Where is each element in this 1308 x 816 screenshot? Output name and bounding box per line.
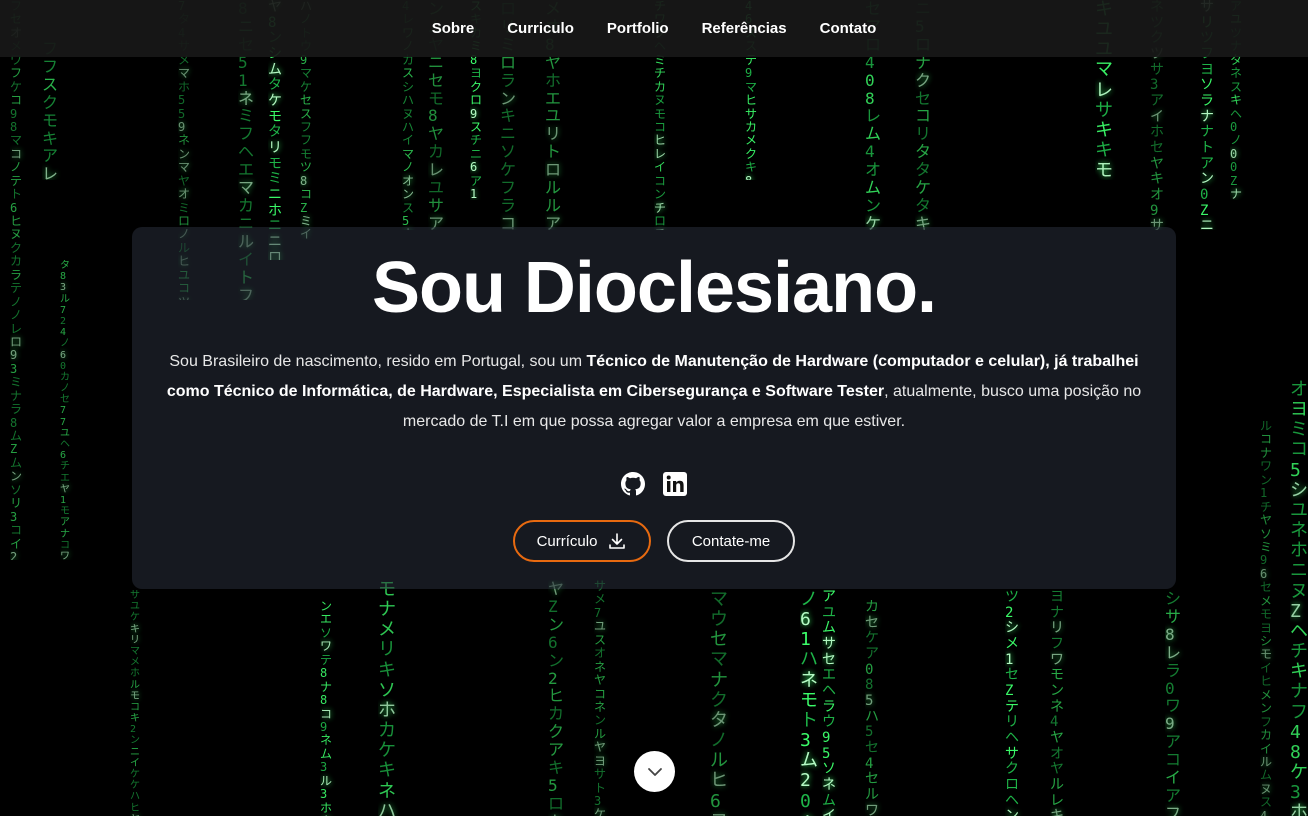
hero-card: Sou Dioclesiano. Sou Brasileiro de nasci… — [132, 227, 1176, 589]
download-icon — [609, 533, 626, 549]
hero-description: Sou Brasileiro de nascimento, resido em … — [156, 347, 1152, 437]
top-navbar: Sobre Curriculo Portfolio Referências Co… — [0, 0, 1308, 57]
contact-button-label: Contate-me — [691, 532, 771, 550]
download-cv-button[interactable]: Currículo — [513, 520, 651, 562]
description-intro: Sou Brasileiro de nascimento, resido em … — [169, 353, 587, 370]
linkedin-icon[interactable] — [662, 471, 688, 497]
nav-link-portfolio[interactable]: Portfolio — [607, 20, 669, 37]
hero-title: Sou Dioclesiano. — [371, 248, 937, 328]
nav-link-referencias[interactable]: Referências — [702, 20, 787, 37]
nav-link-curriculo[interactable]: Curriculo — [507, 20, 574, 37]
cv-button-label: Currículo — [536, 532, 598, 550]
github-icon[interactable] — [620, 471, 646, 497]
scroll-down-button[interactable] — [634, 751, 675, 792]
nav-link-contato[interactable]: Contato — [820, 20, 877, 37]
social-links — [132, 471, 1176, 497]
hero-buttons: Currículo Contate-me — [132, 520, 1176, 562]
contact-me-button[interactable]: Contate-me — [667, 520, 795, 562]
chevron-down-icon — [647, 767, 662, 776]
nav-link-sobre[interactable]: Sobre — [432, 20, 475, 37]
